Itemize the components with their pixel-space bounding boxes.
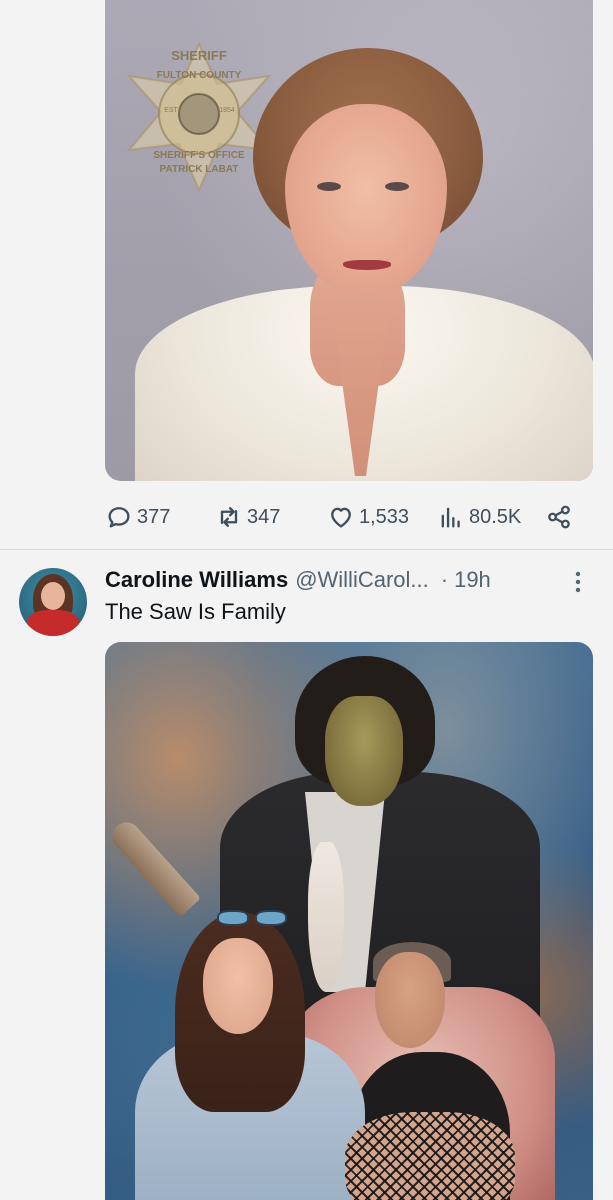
timeline: SHERIFF FULTON COUNTY EST 1854 SHERIFF'S… <box>0 0 613 1200</box>
badge-name: PATRICK LABAT <box>160 164 239 175</box>
timestamp[interactable]: 19h <box>454 567 491 593</box>
avatar-face <box>41 582 65 610</box>
share-button[interactable] <box>545 500 573 534</box>
speech-bubble-icon <box>108 507 130 528</box>
tweet-text: The Saw Is Family <box>105 599 286 624</box>
user-handle[interactable]: @WilliCarol... <box>295 567 429 593</box>
avatar[interactable] <box>19 568 87 636</box>
tweet-2-header: Caroline Williams @WilliCarol... · 19h <box>105 565 585 595</box>
masked-figure-mask <box>325 696 403 806</box>
views-count: 80.5K <box>469 505 522 528</box>
tweet-1-photo[interactable]: SHERIFF FULTON COUNTY EST 1854 SHERIFF'S… <box>105 0 593 481</box>
badge-office: SHERIFF'S OFFICE <box>153 150 245 161</box>
chainsaw <box>106 816 202 918</box>
reply-button[interactable]: 377 <box>105 500 170 534</box>
seated-man-face <box>375 952 445 1048</box>
display-name[interactable]: Caroline Williams <box>105 567 288 593</box>
person-eye-left <box>317 182 341 191</box>
retweet-icon <box>220 507 238 527</box>
header-separator: · <box>440 567 449 592</box>
masked-figure-tie <box>308 842 344 992</box>
tweet-1-action-bar: 377 347 1,533 80.5K <box>105 500 580 534</box>
woman-face <box>203 938 273 1034</box>
tweet-divider <box>0 549 613 550</box>
badge-year: 1854 <box>219 107 235 114</box>
reply-count: 377 <box>137 505 171 528</box>
views-button[interactable]: 80.5K <box>437 500 521 534</box>
bar-chart-icon <box>441 507 460 528</box>
heart-icon <box>331 507 351 528</box>
person-eye-right <box>385 182 409 191</box>
share-icon <box>548 505 570 529</box>
like-count: 1,533 <box>359 505 410 528</box>
retweet-count: 347 <box>247 505 281 528</box>
sunglasses <box>217 910 287 926</box>
badge-title: SHERIFF <box>171 48 227 63</box>
avatar-shirt <box>27 610 79 636</box>
retweet-button[interactable]: 347 <box>215 500 280 534</box>
more-vertical-icon[interactable] <box>568 570 588 594</box>
badge-est: EST <box>164 107 178 114</box>
tweet-2-photo[interactable] <box>105 642 593 1200</box>
badge-county: FULTON COUNTY <box>157 70 242 81</box>
fishnet-legs <box>345 1112 515 1200</box>
person-mouth <box>343 260 391 270</box>
like-button[interactable]: 1,533 <box>327 500 409 534</box>
